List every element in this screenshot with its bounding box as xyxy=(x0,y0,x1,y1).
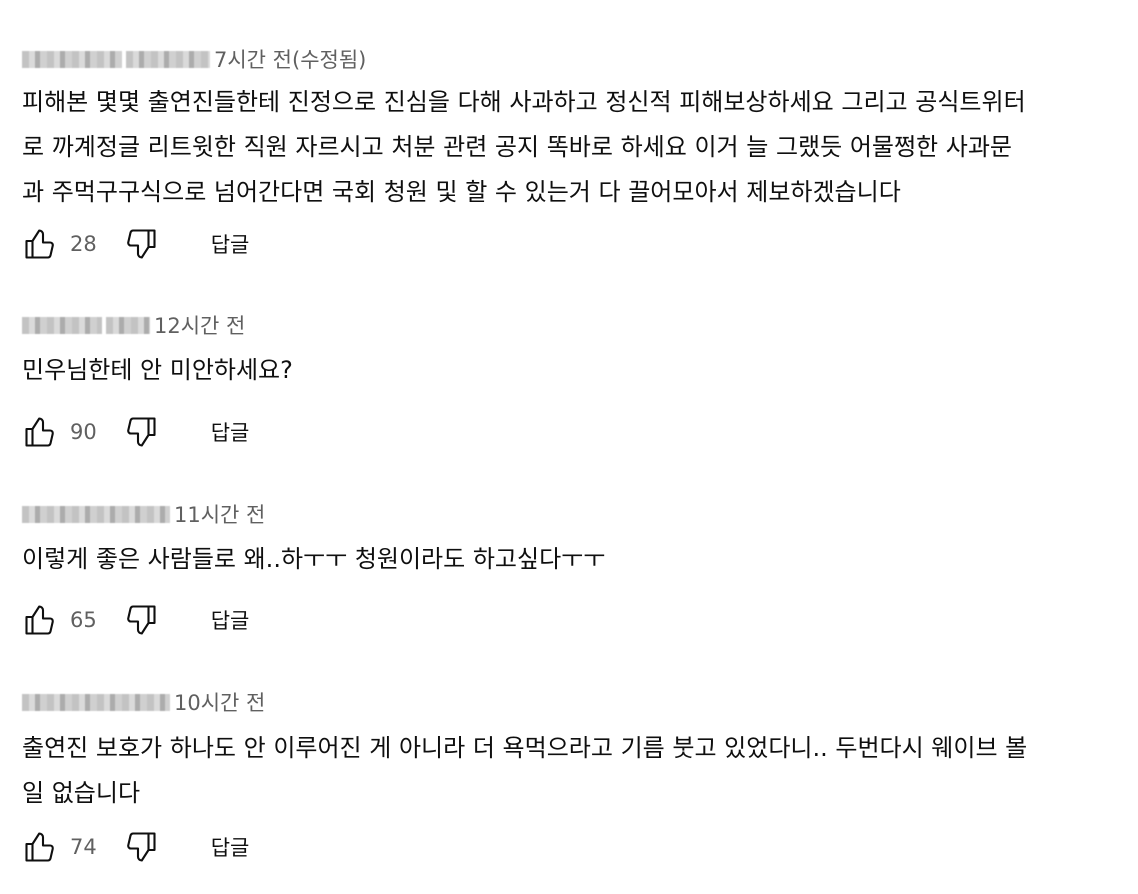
comment-actions: 65 답글 xyxy=(20,600,249,640)
author-name-redacted xyxy=(22,316,102,334)
comment-header: 7시간 전(수정됨) xyxy=(22,44,366,74)
author-name-redacted xyxy=(22,505,170,523)
thumb-up-icon xyxy=(25,229,54,259)
comment-actions: 90 답글 xyxy=(20,412,249,452)
comment-text-line: 이렇게 좋은 사람들로 왜..하ㅜㅜ 청원이라도 하고싶다ㅜㅜ xyxy=(22,545,606,573)
comment-text: 피해본 몇몇 출연진들한테 진정으로 진심을 다해 사과하고 정신적 피해보상하… xyxy=(22,80,1122,215)
comment-text-line: 일 없습니다 xyxy=(22,779,141,807)
comment-header: 11시간 전 xyxy=(22,499,265,529)
comment-text-line: 피해본 몇몇 출연진들한테 진정으로 진심을 다해 사과하고 정신적 피해보상하… xyxy=(22,88,1026,116)
comment-text: 민우님한테 안 미안하세요? xyxy=(22,348,1122,393)
author-name-redacted xyxy=(106,316,150,334)
comment-timestamp: 7시간 전(수정됨) xyxy=(214,48,367,72)
author-name-redacted xyxy=(22,50,122,68)
comment-timestamp: 11시간 전 xyxy=(174,503,266,527)
comment-text-line: 과 주먹구구식으로 넘어간다면 국회 청원 및 할 수 있는거 다 끌어모아서 … xyxy=(22,178,901,206)
thumb-up-icon xyxy=(25,832,54,862)
comment-header: 12시간 전 xyxy=(22,310,245,340)
comment-actions: 74 답글 xyxy=(20,827,249,867)
thumb-down-icon xyxy=(126,417,156,447)
thumb-down-icon xyxy=(126,229,156,259)
reply-button[interactable]: 답글 xyxy=(211,832,250,862)
dislike-button[interactable] xyxy=(121,224,161,264)
comment-text: 출연진 보호가 하나도 안 이루어진 게 아니라 더 욕먹으라고 기름 붓고 있… xyxy=(22,726,1122,816)
reply-button[interactable]: 답글 xyxy=(211,605,250,635)
thumb-down-icon xyxy=(126,832,156,862)
author-name-redacted xyxy=(22,693,170,711)
like-button[interactable] xyxy=(20,600,60,640)
comment-text-line: 출연진 보호가 하나도 안 이루어진 게 아니라 더 욕먹으라고 기름 붓고 있… xyxy=(22,734,1028,762)
comment-header: 10시간 전 xyxy=(22,687,265,717)
like-count: 74 xyxy=(70,835,97,859)
author-name-redacted xyxy=(126,50,210,68)
dislike-button[interactable] xyxy=(121,827,161,867)
comment-text-line: 로 까계정글 리트윗한 직원 자르시고 처분 관련 공지 똑바로 하세요 이거 … xyxy=(22,133,1013,161)
comment-text: 이렇게 좋은 사람들로 왜..하ㅜㅜ 청원이라도 하고싶다ㅜㅜ xyxy=(22,537,1122,582)
like-button[interactable] xyxy=(20,827,60,867)
like-count: 28 xyxy=(70,232,97,256)
comment-actions: 28 답글 xyxy=(20,224,249,264)
comment-timestamp: 10시간 전 xyxy=(174,691,266,715)
reply-button[interactable]: 답글 xyxy=(211,229,250,259)
like-count: 65 xyxy=(70,608,97,632)
reply-button[interactable]: 답글 xyxy=(211,417,250,447)
like-count: 90 xyxy=(70,420,97,444)
dislike-button[interactable] xyxy=(121,412,161,452)
like-button[interactable] xyxy=(20,224,60,264)
comment-text-line: 민우님한테 안 미안하세요? xyxy=(22,356,293,384)
comment-timestamp: 12시간 전 xyxy=(154,314,246,338)
thumb-up-icon xyxy=(25,417,54,447)
thumb-down-icon xyxy=(126,605,156,635)
like-button[interactable] xyxy=(20,412,60,452)
dislike-button[interactable] xyxy=(121,600,161,640)
thumb-up-icon xyxy=(25,605,54,635)
